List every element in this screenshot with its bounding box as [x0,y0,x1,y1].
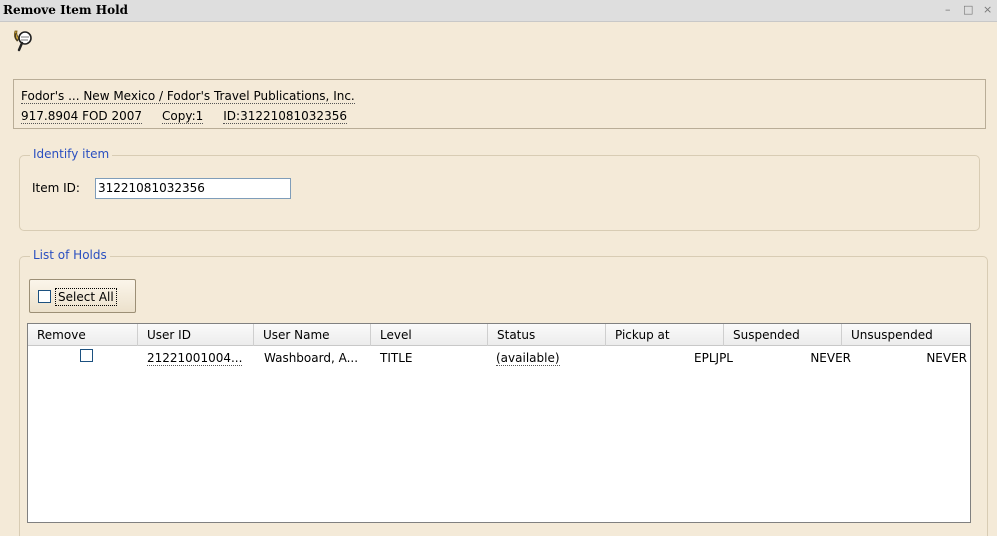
select-all-label: Select All [55,288,117,306]
user-name-cell: Washboard, A... [264,351,359,365]
minimize-button[interactable]: – [945,3,951,16]
column-header-remove[interactable]: Remove [28,324,138,346]
item-title-author[interactable]: Fodor's ... New Mexico / Fodor's Travel … [21,89,355,104]
identify-item-legend: Identify item [30,147,113,161]
column-header-user-name[interactable]: User Name [254,324,371,346]
column-header-pickup-at[interactable]: Pickup at [606,324,724,346]
item-id-label: Item ID: [32,181,80,195]
status-cell[interactable]: (available) [496,350,560,366]
close-button[interactable]: × [983,3,992,16]
item-info-panel: Fodor's ... New Mexico / Fodor's Travel … [13,79,986,129]
window-title: Remove Item Hold [3,3,129,17]
pickup-at-cell: EPLJPL [694,351,733,365]
copy-number[interactable]: Copy:1 [162,109,204,124]
item-details: 917.8904 FOD 2007 Copy:1 ID:31221081032356 [21,109,367,124]
table-header: Remove User ID User Name Level Status Pi… [28,324,970,346]
column-header-suspended[interactable]: Suspended [724,324,842,346]
column-header-unsuspended[interactable]: Unsuspended [842,324,970,346]
suspended-cell: NEVER [810,351,851,365]
unsuspended-cell: NEVER [926,351,967,365]
column-header-level[interactable]: Level [371,324,488,346]
title-bar: Remove Item Hold – □ × [0,0,997,22]
column-header-status[interactable]: Status [488,324,606,346]
list-of-holds-legend: List of Holds [30,248,110,262]
holds-table: Remove User ID User Name Level Status Pi… [27,323,971,523]
select-all-checkbox[interactable] [38,290,51,303]
item-barcode[interactable]: ID:31221081032356 [223,109,347,124]
item-id-input[interactable]: 31221081032356 [95,178,291,199]
identify-item-group: Identify item Item ID: 31221081032356 [19,147,980,231]
select-all-button[interactable]: Select All [29,279,136,313]
magnifier-icon[interactable] [11,28,37,54]
maximize-button[interactable]: □ [963,3,973,16]
remove-checkbox[interactable] [80,349,93,362]
call-number[interactable]: 917.8904 FOD 2007 [21,109,143,124]
table-row[interactable]: 21221001004... Washboard, A... TITLE (av… [28,347,970,369]
level-cell: TITLE [380,351,413,365]
column-header-user-id[interactable]: User ID [138,324,254,346]
list-of-holds-group: List of Holds Select All Remove User ID … [19,248,988,536]
user-id-cell[interactable]: 21221001004... [147,350,243,366]
